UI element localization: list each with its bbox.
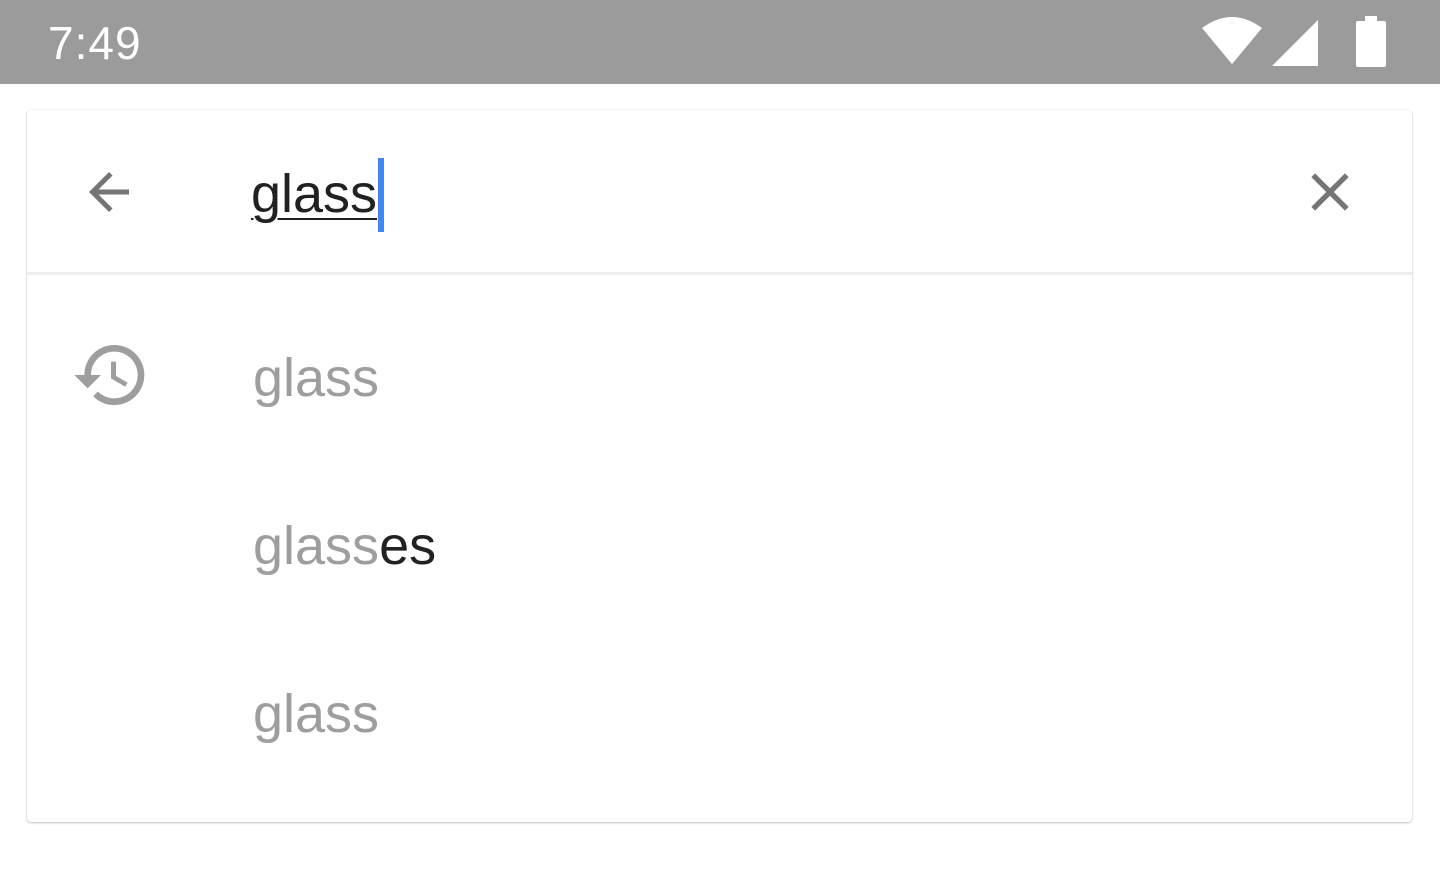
wifi-icon <box>1202 17 1262 64</box>
search-input[interactable]: glass <box>251 158 385 232</box>
suggestion-completion: es <box>379 516 437 576</box>
suggestion-list: glass glasses glass <box>27 275 1412 779</box>
arrow-back-icon <box>89 172 129 212</box>
search-bar: glass <box>27 110 1412 275</box>
status-time: 7:49 <box>48 17 142 69</box>
suggestion-item[interactable]: glass <box>27 611 1412 779</box>
suggestion-typed: glass <box>253 684 380 744</box>
suggestion-item[interactable]: glasses <box>27 443 1412 611</box>
text-caret <box>378 158 385 232</box>
history-icon <box>74 345 145 406</box>
suggestion-typed: glass <box>253 516 380 576</box>
suggestion-typed: glass <box>253 348 380 408</box>
suggestion-text: glasses <box>253 513 436 579</box>
cell-signal-icon <box>1272 20 1318 66</box>
search-card: glass glass glasses glass <box>27 110 1412 822</box>
close-icon <box>1311 173 1349 211</box>
battery-icon <box>1356 16 1386 67</box>
suggestion-text: glass <box>253 681 379 747</box>
clear-button[interactable] <box>1288 150 1372 234</box>
suggestion-item[interactable]: glass <box>27 275 1412 443</box>
status-bar: 7:49 <box>0 0 1440 84</box>
search-query-text: glass <box>251 164 378 224</box>
suggestion-text: glass <box>253 345 379 411</box>
back-button[interactable] <box>67 150 151 234</box>
